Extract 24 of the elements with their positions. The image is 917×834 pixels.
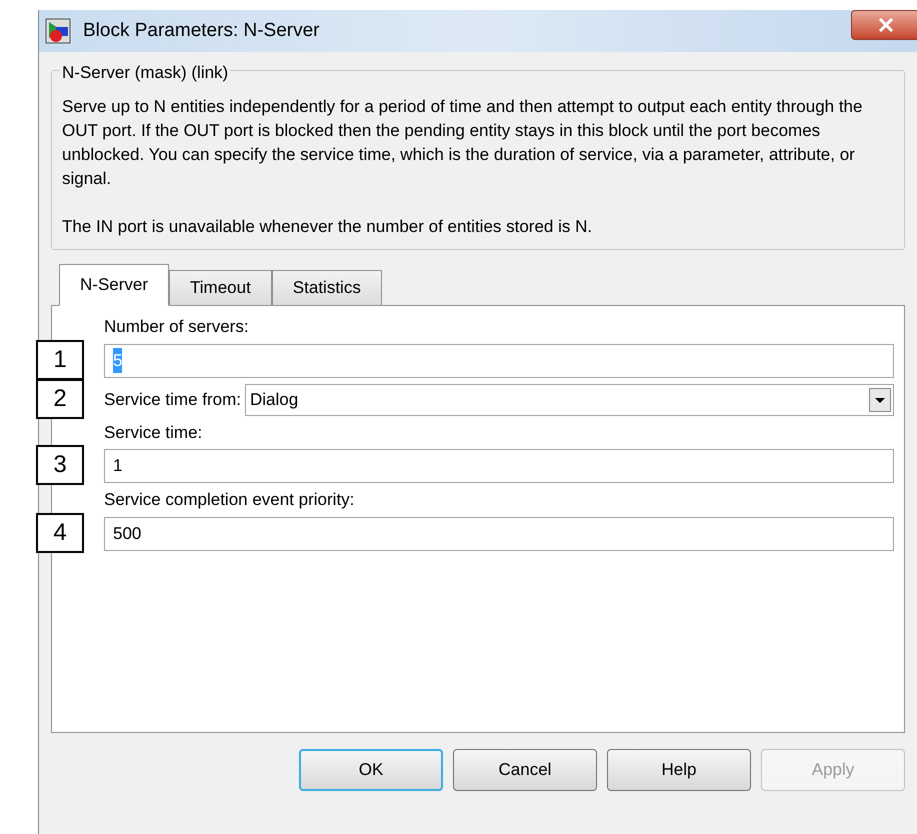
dropdown-field[interactable]: Dialog <box>244 384 894 416</box>
close-button[interactable] <box>851 10 917 40</box>
field-label: Service time: <box>104 422 204 444</box>
dialog-button[interactable]: OK <box>299 749 443 791</box>
dialog-button[interactable]: Cancel <box>453 749 597 791</box>
caret-icon <box>869 388 891 412</box>
window-title: Block Parameters: N-Server <box>83 18 320 43</box>
tab[interactable]: Timeout <box>169 270 272 306</box>
dialog-button[interactable]: Help <box>607 749 751 791</box>
description-text: Serve up to N entities independently for a period of time and then attempt to output each entity through the OUT port. If the OUT port is blocked then the pending entity stays in this block until the port becomes unblocked. You can specify the service time, which is the duration of service, via a parameter, attribute, or signal. <box>62 96 864 190</box>
tab[interactable]: N-Server <box>59 264 170 306</box>
block-icon <box>45 18 71 44</box>
input-field[interactable]: 500 <box>104 516 894 550</box>
tab[interactable]: Statistics <box>272 270 382 306</box>
callout-label: 1 <box>36 340 84 380</box>
field-label: Service time from: <box>104 388 241 411</box>
close-icon <box>878 18 894 32</box>
callout-label: 2 <box>36 378 84 418</box>
field-label: Service completion event priority: <box>104 489 356 511</box>
field-label: Number of servers: <box>104 316 250 338</box>
callout-label: 3 <box>36 445 84 485</box>
description-text: The IN port is unavailable whenever the number of entities stored is N. <box>62 216 594 238</box>
callout-label: 4 <box>36 512 84 552</box>
input-field[interactable]: 1 <box>104 449 894 483</box>
